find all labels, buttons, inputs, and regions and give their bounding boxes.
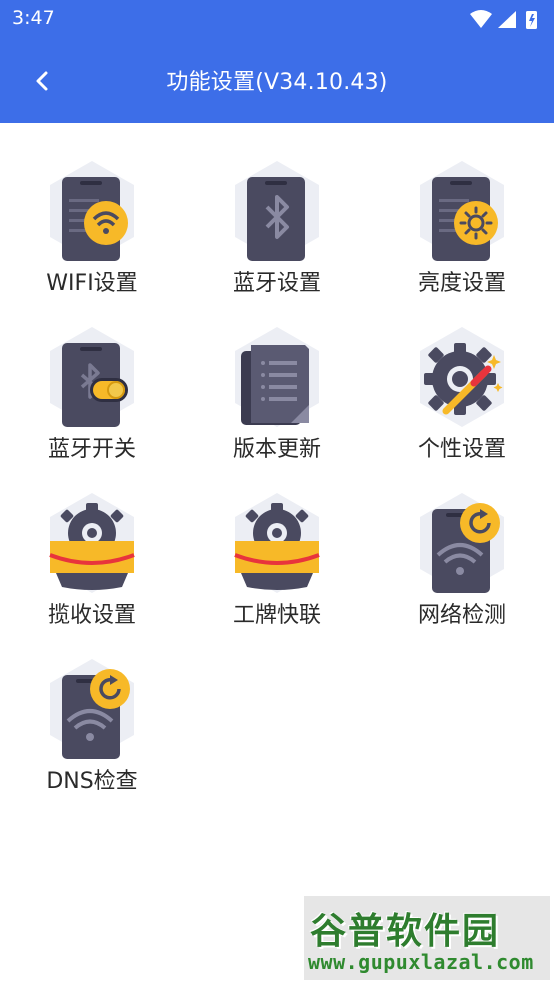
watermark-url: www.gupuxlazal.com: [308, 950, 534, 974]
tile-bluetooth-settings[interactable]: 蓝牙设置: [202, 123, 352, 296]
app-bar: 功能设置(V34.10.43): [0, 38, 554, 123]
bluetooth-toggle-icon: [50, 327, 134, 427]
status-bar: 3:47: [0, 0, 554, 38]
tile-wifi-settings[interactable]: WIFI设置: [17, 123, 167, 296]
tile-brightness-settings[interactable]: 亮度设置: [387, 123, 537, 296]
tile-label: 网络检测: [417, 603, 506, 628]
tile-pickup-settings[interactable]: 揽收设置: [17, 455, 167, 628]
cell-signal-icon: [498, 11, 516, 28]
tile-personalization[interactable]: 个性设置: [387, 289, 537, 462]
dns-check-icon: [50, 659, 134, 759]
personalization-icon: [420, 327, 504, 427]
tile-label: DNS检查: [46, 769, 138, 794]
tile-label: 工牌快联: [232, 603, 321, 628]
watermark-brand: 谷普软件园: [310, 911, 501, 952]
wifi-settings-icon: [50, 161, 134, 261]
tile-badge-quick-connect[interactable]: 工牌快联: [202, 455, 352, 628]
network-check-icon: [420, 493, 504, 593]
status-time: 3:47: [12, 7, 55, 29]
tile-dns-check[interactable]: DNS检查: [17, 621, 167, 794]
watermark: 谷普软件园 www.gupuxlazal.com: [304, 896, 550, 980]
tile-bluetooth-toggle[interactable]: 蓝牙开关: [17, 289, 167, 462]
brightness-settings-icon: [420, 161, 504, 261]
bluetooth-settings-icon: [235, 161, 319, 261]
page-title: 功能设置(V34.10.43): [166, 70, 388, 95]
badge-quick-connect-icon: [234, 493, 320, 593]
status-icons: [470, 10, 537, 29]
wifi-signal-icon: [470, 10, 492, 28]
version-update-icon: [235, 327, 319, 427]
tile-version-update[interactable]: 版本更新: [202, 289, 352, 462]
tile-network-check[interactable]: 网络检测: [387, 455, 537, 628]
pickup-settings-icon: [49, 493, 135, 593]
